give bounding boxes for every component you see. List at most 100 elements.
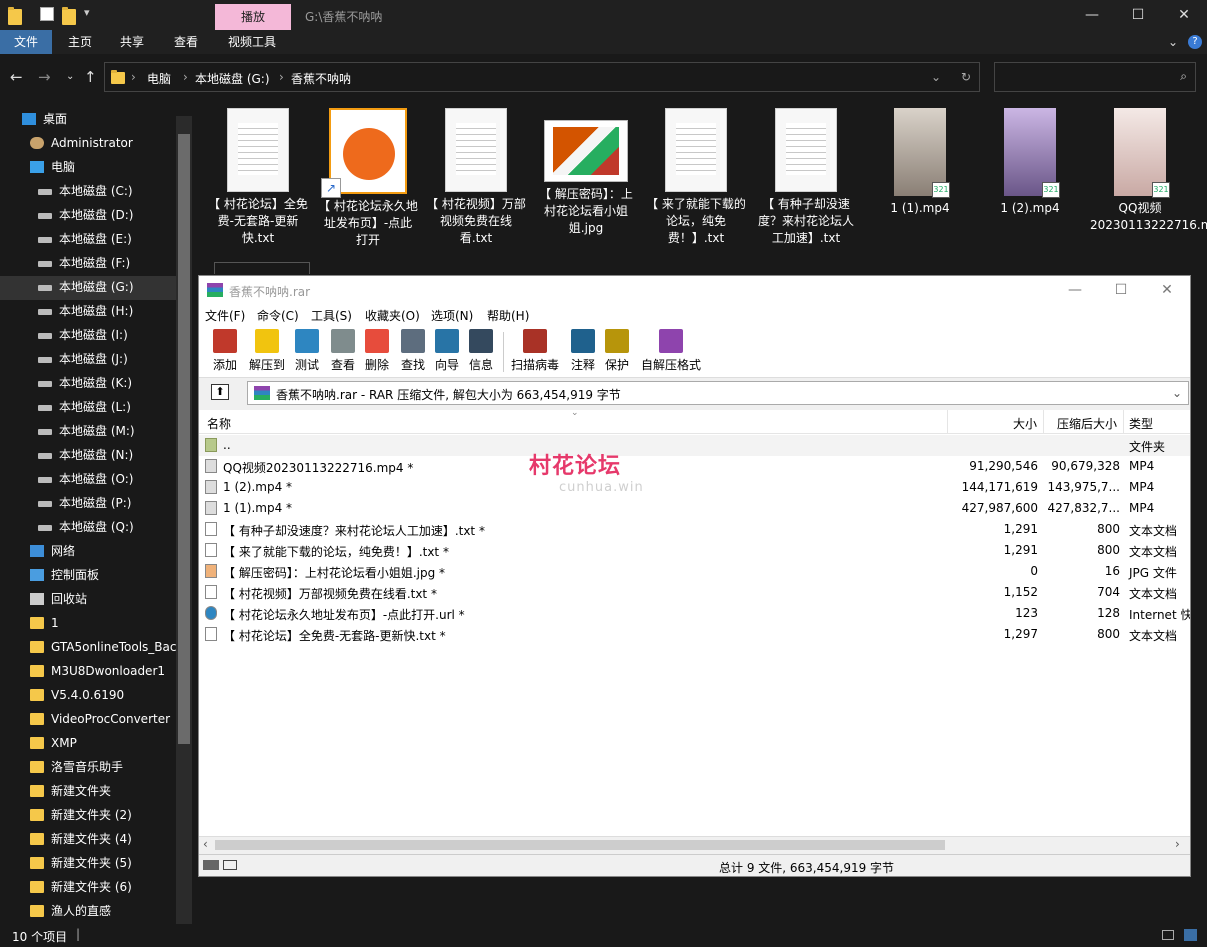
minimize-button[interactable]: — [1069,0,1115,30]
tab-play-context[interactable]: 播放 [215,4,291,30]
sidebar-item-label: 本地磁盘 (I:) [59,328,128,342]
archive-row[interactable]: 【 村花视频】万部视频免费在线看.txt * 1,152 704 文本文档 [199,582,1190,603]
sidebar-scroll-thumb[interactable] [178,134,190,744]
menu-help[interactable]: 帮助(H) [487,307,529,324]
toolbar-label: 注释 [571,358,596,372]
archive-row[interactable]: 1 (2).mp4 * 144,171,619 143,975,7... MP4 [199,477,1190,498]
toolbar-button[interactable]: 删除 [365,329,389,373]
tab-home[interactable]: 主页 [56,30,104,54]
toolbar-button[interactable]: 解压到 [249,329,285,373]
recent-locations-icon[interactable]: ⌄ [66,71,74,82]
toolbar-button[interactable]: 添加 [213,329,237,373]
maximize-button[interactable]: ☐ [1115,0,1161,30]
new-folder-icon[interactable] [62,7,76,25]
sidebar-item-label: 回收站 [51,592,88,606]
sidebar-item-label: 网络 [51,544,76,558]
file-item[interactable]: 【 来了就能下载的论坛，纯免费！】.txt [646,108,746,247]
column-type[interactable]: 类型 [1129,415,1153,432]
archive-row[interactable]: 1 (1).mp4 * 427,987,600 427,832,7... MP4 [199,498,1190,519]
file-item[interactable]: 321 QQ视频20230113222716.mp4 [1090,108,1207,234]
file-item[interactable]: 【 村花论坛】全免费-无套路-更新快.txt [208,108,308,247]
column-name[interactable]: 名称 [207,415,231,432]
archive-horizontal-scrollbar[interactable]: ‹ › [199,836,1190,853]
back-icon[interactable]: ← [10,68,23,86]
menu-favorites[interactable]: 收藏夹(O) [365,307,420,324]
file-item[interactable]: 【 村花视频】万部视频免费在线看.txt [426,108,526,247]
toolbar-button[interactable]: 保护 [605,329,629,373]
archive-row[interactable]: 【 村花论坛永久地址发布页】-点此打开.url * 123 128 Internet … [199,603,1190,624]
toolbar-button[interactable]: 信息 [469,329,493,373]
winrar-minimize-button[interactable]: — [1052,276,1098,304]
customize-toolbar-icon[interactable]: ▾ [84,6,98,22]
winrar-path-field[interactable]: 香蕉不呐呐.rar - RAR 压缩文件, 解包大小为 663,454,919 … [247,381,1189,405]
toolbar-button[interactable]: 扫描病毒 [511,329,559,373]
up-folder-icon[interactable]: ⬆ [211,384,229,400]
breadcrumb-folder[interactable]: 香蕉不呐呐 [291,70,351,87]
tab-video-tools[interactable]: 视频工具 [220,30,284,54]
address-bar[interactable]: › 电脑 › 本地磁盘 (G:) › 香蕉不呐呐 ⌄ ↻ [104,62,980,92]
drive-status-icon[interactable] [203,860,219,870]
tab-file[interactable]: 文件 [0,30,52,54]
winrar-maximize-button[interactable]: ☐ [1098,276,1144,304]
close-button[interactable]: ✕ [1161,0,1207,30]
menu-file[interactable]: 文件(F) [205,307,245,324]
menu-options[interactable]: 选项(N) [431,307,473,324]
large-icons-view-icon[interactable] [1184,929,1197,941]
toolbar-button[interactable]: 查看 [331,329,355,373]
window-title: G:\香蕉不呐呐 [305,10,383,24]
column-size[interactable]: 大小 [1013,415,1037,432]
chevron-down-icon[interactable]: ⌄ [1166,30,1180,54]
rar-archive-icon [254,386,270,400]
text-file-icon [445,108,507,192]
archive-row[interactable]: QQ视频20230113222716.mp4 * 91,290,546 90,679… [199,456,1190,477]
properties-icon[interactable] [40,7,54,21]
scroll-left-icon[interactable]: ‹ [203,837,208,851]
archive-row[interactable]: 【 解压密码】：上村花论坛看小姐姐.jpg * 0 16 JPG 文件 [199,561,1190,582]
file-item[interactable]: 321 1 (1).mp4 [870,108,970,217]
file-name: 【 解压密码】：上村花论坛看小姐姐.jpg [539,187,633,235]
toolbar-button[interactable]: 注释 [571,329,595,373]
archive-row[interactable]: 【 来了就能下载的论坛，纯免费！】.txt * 1,291 800 文本文档 [199,540,1190,561]
archive-row[interactable]: 【 有种子却没速度？来村花论坛人工加速】.txt * 1,291 800 文本文档 [199,519,1190,540]
breadcrumb-computer[interactable]: 电脑 [147,70,171,87]
scroll-thumb[interactable] [215,840,945,850]
toolbar-button[interactable]: 测试 [295,329,319,373]
column-packed[interactable]: 压缩后大小 [1057,415,1117,432]
tab-view[interactable]: 查看 [162,30,210,54]
sidebar-scrollbar[interactable] [176,116,192,924]
video-thumbnail: 321 [894,108,950,198]
drive-icon [38,213,52,219]
chevron-right-icon: › [279,70,284,84]
toolbar-button[interactable]: 自解压格式 [641,329,701,373]
folder-icon[interactable] [8,7,22,25]
help-icon[interactable]: ? [1188,35,1202,49]
folder-icon [30,617,44,629]
toolbar-button[interactable]: 查找 [401,329,425,373]
file-name: 【 有种子却没速度？来村花论坛人工加速】.txt * [223,524,485,538]
text-file-icon [205,543,217,557]
file-item[interactable]: ↗ 【 村花论坛永久地址发布页】-点此打开 [318,108,418,249]
toolbar-label: 保护 [605,358,630,372]
file-item[interactable]: 【 有种子却没速度？来村花论坛人工加速】.txt [756,108,856,247]
toolbar-button[interactable]: 向导 [435,329,459,373]
archive-row[interactable]: 【 村花论坛】全免费-无套路-更新快.txt * 1,297 800 文本文档 [199,624,1190,645]
menu-command[interactable]: 命令(C) [257,307,299,324]
drive-icon [38,525,52,531]
folder-icon [30,785,44,797]
up-icon[interactable]: ↑ [84,68,97,86]
winrar-close-button[interactable]: ✕ [1144,276,1190,304]
details-view-icon[interactable] [1162,930,1174,940]
forward-icon[interactable]: → [38,68,51,86]
refresh-icon[interactable]: ↻ [961,70,971,84]
key-icon[interactable] [223,860,237,870]
dropdown-icon[interactable]: ⌄ [931,70,941,84]
file-item[interactable]: 321 1 (2).mp4 [980,108,1080,217]
search-input[interactable]: ⌕ [994,62,1196,92]
file-item[interactable]: 【 解压密码】：上村花论坛看小姐姐.jpg [536,108,636,237]
archive-row[interactable]: .. 文件夹 [199,435,1190,456]
menu-tools[interactable]: 工具(S) [311,307,352,324]
breadcrumb-drive[interactable]: 本地磁盘 (G:) [195,70,270,87]
tab-share[interactable]: 共享 [108,30,156,54]
chevron-down-icon[interactable]: ⌄ [1172,386,1182,400]
scroll-right-icon[interactable]: › [1175,837,1180,851]
